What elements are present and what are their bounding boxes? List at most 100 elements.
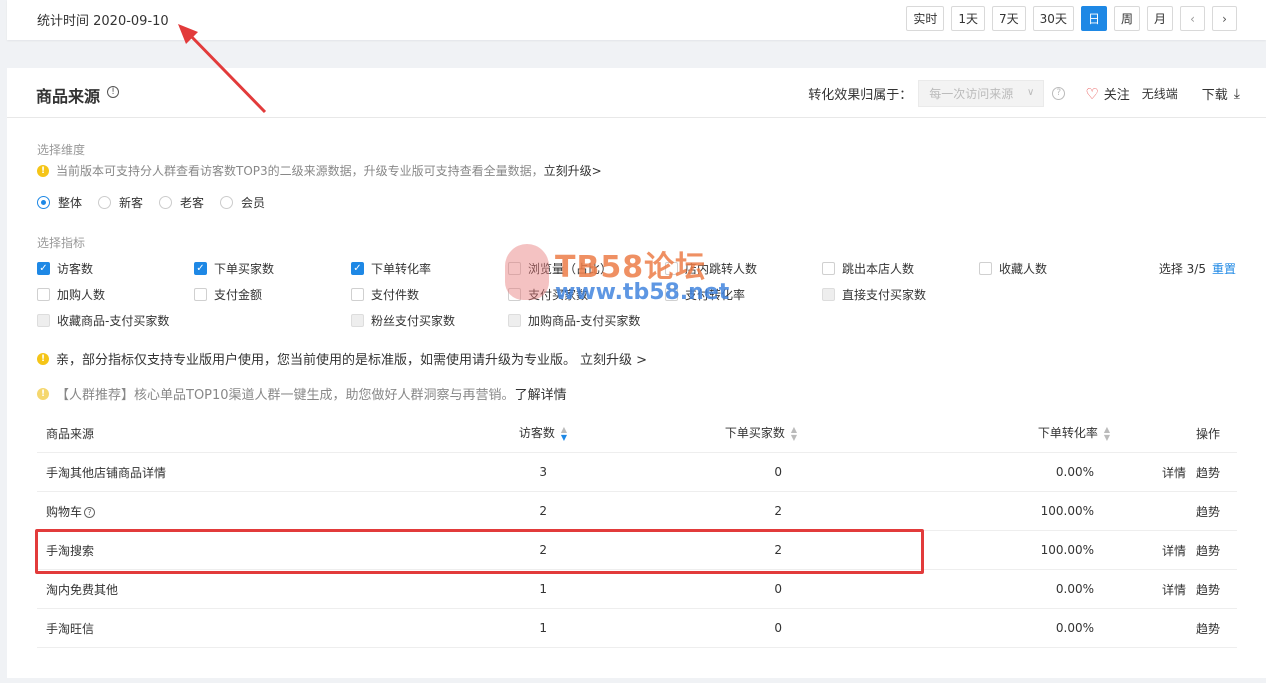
metric-checkbox[interactable]: 支付买家数 <box>508 286 588 303</box>
heart-icon: ♡ <box>1085 84 1099 103</box>
cell-buyers: 0 <box>774 582 782 596</box>
trend-link[interactable]: 趋势 <box>1196 466 1220 480</box>
checkbox-box <box>508 314 521 327</box>
upgrade-link[interactable]: 立刻升级> <box>544 162 602 179</box>
dimension-radio-group: 整体 新客 老客 会员 <box>37 194 281 211</box>
metric-checkbox[interactable]: 收藏人数 <box>979 260 1047 277</box>
header-visitors[interactable]: 访客数 ▲ ▼ <box>437 424 567 442</box>
checkbox-box <box>665 262 678 275</box>
detail-link[interactable]: 详情 <box>1162 583 1186 597</box>
metric-checkbox[interactable]: ✓ 下单转化率 <box>351 260 431 277</box>
attribution-label: 转化效果归属于： <box>808 88 913 103</box>
metric-checkbox: 直接支付买家数 <box>822 286 926 303</box>
cell-actions: 趋势 <box>1110 620 1237 637</box>
panel-header: 商品来源 ! 转化效果归属于： 每一次访问来源 ∨ ? ♡ 关注 无线端 下载 … <box>7 68 1266 118</box>
trend-link[interactable]: 趋势 <box>1196 505 1220 519</box>
select-count: 选择 3/5 重置 <box>1158 262 1236 276</box>
cell-visitors: 2 <box>539 504 547 518</box>
check-icon: ✓ <box>37 262 50 275</box>
metric-checkbox[interactable]: 跳出本店人数 <box>822 260 914 277</box>
cell-visitors: 1 <box>539 621 547 635</box>
info-icon[interactable]: ! <box>107 86 119 98</box>
header-buyers[interactable]: 下单买家数 ▲ ▼ <box>567 424 797 442</box>
panel-title: 商品来源 <box>36 87 101 106</box>
metric-checkbox[interactable]: 浏览量（占比） <box>508 260 612 277</box>
checkbox-box <box>508 288 521 301</box>
metric-checkbox[interactable]: 加购人数 <box>37 286 105 303</box>
radio-member[interactable]: 会员 <box>220 194 265 211</box>
date-range-group: 实时 1天 7天 30天 日 周 月 ‹ › <box>899 6 1237 31</box>
cell-visitors: 1 <box>539 582 547 596</box>
table-row: 手淘其他店铺商品详情 3 0 0.00% 详情 趋势 <box>37 453 1237 492</box>
cell-buyers: 0 <box>774 621 782 635</box>
trend-link[interactable]: 趋势 <box>1196 583 1220 597</box>
range-30day-button[interactable]: 30天 <box>1032 6 1074 31</box>
metric-checkbox: 加购商品-支付买家数 <box>508 312 640 329</box>
metric-checkbox[interactable]: ✓ 下单买家数 <box>194 260 274 277</box>
cell-buyers: 0 <box>774 465 782 479</box>
checkbox-box <box>194 288 207 301</box>
detail-link[interactable]: 详情 <box>1162 466 1186 480</box>
upgrade-link[interactable]: 立刻升级 > <box>580 349 647 368</box>
cell-conversion: 0.00% <box>1055 621 1094 635</box>
radio-new[interactable]: 新客 <box>98 194 143 211</box>
header-conversion[interactable]: 下单转化率 ▲ ▼ <box>797 424 1110 442</box>
range-1day-button[interactable]: 1天 <box>951 6 986 31</box>
detail-link[interactable]: 详情 <box>1162 544 1186 558</box>
cell-conversion: 0.00% <box>1055 465 1094 479</box>
warning-icon: ! <box>37 387 49 400</box>
cell-actions: 详情 趋势 <box>1110 542 1237 559</box>
checkbox-box <box>979 262 992 275</box>
cell-actions: 趋势 <box>1110 503 1237 520</box>
metrics-label: 选择指标 <box>37 236 86 250</box>
follow-button[interactable]: ♡ 关注 <box>1085 84 1129 104</box>
chevron-right-icon[interactable]: › <box>1212 6 1237 31</box>
checkbox-box <box>822 262 835 275</box>
metric-checkbox: 粉丝支付买家数 <box>351 312 455 329</box>
highlight-box <box>35 529 924 574</box>
download-button[interactable]: 下载 ⤓ <box>1202 84 1240 104</box>
checkbox-box <box>508 262 521 275</box>
attribution-select[interactable]: 每一次访问来源 ∨ <box>918 80 1045 107</box>
table-row: 淘内免费其他 1 0 0.00% 详情 趋势 <box>37 570 1237 609</box>
cell-conversion: 0.00% <box>1055 582 1094 596</box>
source-panel: 商品来源 ! 转化效果归属于： 每一次访问来源 ∨ ? ♡ 关注 无线端 下载 … <box>7 68 1266 678</box>
table-row: 购物车? 2 2 100.00% 趋势 <box>37 492 1237 531</box>
metric-checkbox[interactable]: 支付转化率 <box>665 286 745 303</box>
radio-all[interactable]: 整体 <box>37 194 82 211</box>
metric-checkbox[interactable]: 店内跳转人数 <box>665 260 757 277</box>
pro-notice: ! 亲，部分指标仅支持专业版用户使用，您当前使用的是标准版，如需使用请升级为专业… <box>37 349 647 368</box>
reset-link[interactable]: 重置 <box>1212 262 1236 276</box>
dimension-label: 选择维度 <box>37 143 86 157</box>
table-header: 商品来源 访客数 ▲ ▼ 下单买家数 ▲ ▼ 下单转化率 ▲ ▼ 操作 <box>37 414 1237 453</box>
cell-actions: 详情 趋势 <box>1110 464 1237 481</box>
cell-actions: 详情 趋势 <box>1110 581 1237 598</box>
chevron-down-icon: ∨ <box>1026 87 1035 98</box>
cell-source: 手淘旺信 <box>46 621 95 636</box>
trend-link[interactable]: 趋势 <box>1196 622 1220 636</box>
header-actions: 操作 <box>1195 426 1220 441</box>
check-icon: ✓ <box>194 262 207 275</box>
help-icon[interactable]: ? <box>84 506 96 518</box>
range-week-button[interactable]: 周 <box>1113 6 1140 31</box>
range-day-button[interactable]: 日 <box>1080 6 1107 31</box>
range-month-button[interactable]: 月 <box>1146 6 1173 31</box>
metric-checkbox[interactable]: ✓ 访客数 <box>37 260 93 277</box>
dimension-notice: ! 当前版本可支持分人群查看访客数TOP3的二级来源数据，升级专业版可支持查看全… <box>37 162 602 179</box>
range-realtime-button[interactable]: 实时 <box>906 6 945 31</box>
warning-icon: ! <box>37 164 49 177</box>
trend-link[interactable]: 趋势 <box>1196 544 1220 558</box>
chevron-left-icon[interactable]: ‹ <box>1180 6 1205 31</box>
metric-checkbox[interactable]: 支付件数 <box>351 286 419 303</box>
stat-time: 统计时间 2020-09-10 <box>37 14 169 29</box>
learn-more-link[interactable]: 了解详情 <box>515 384 567 403</box>
radio-returning[interactable]: 老客 <box>159 194 204 211</box>
device-select[interactable]: 无线端 <box>1142 85 1178 102</box>
help-icon[interactable]: ? <box>1052 87 1066 100</box>
cell-buyers: 2 <box>774 504 782 518</box>
cell-source: 淘内免费其他 <box>46 582 119 597</box>
range-7day-button[interactable]: 7天 <box>992 6 1026 31</box>
crowd-notice: ! 【人群推荐】核心单品TOP10渠道人群一键生成，助您做好人群洞察与再营销。 … <box>37 384 567 403</box>
metric-checkbox[interactable]: 支付金额 <box>194 286 262 303</box>
cell-visitors: 3 <box>539 465 547 479</box>
